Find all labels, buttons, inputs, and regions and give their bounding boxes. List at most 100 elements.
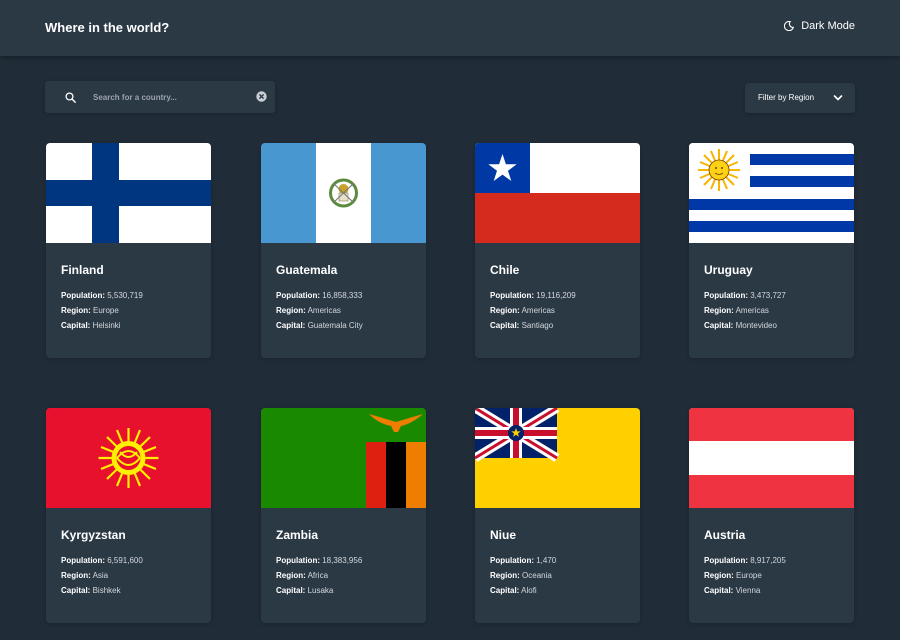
region-line: Region: Europe — [704, 571, 762, 580]
search-icon — [65, 92, 76, 103]
population-line: Population: 18,383,956 — [276, 556, 362, 565]
population-key: Population: — [276, 291, 320, 300]
search-input[interactable] — [93, 89, 243, 105]
region-filter-label: Filter by Region — [758, 93, 815, 102]
capital-key: Capital: — [276, 586, 306, 595]
population-key: Population: — [490, 556, 534, 565]
population-value: 5,530,719 — [107, 291, 143, 300]
country-name: Chile — [490, 263, 520, 277]
capital-line: Capital: Alofi — [490, 586, 537, 595]
region-line: Region: Asia — [61, 571, 108, 580]
region-line: Region: Africa — [276, 571, 328, 580]
capital-value: Bishkek — [92, 586, 121, 595]
capital-key: Capital: — [490, 321, 520, 330]
capital-key: Capital: — [704, 321, 734, 330]
region-value: Europe — [93, 306, 119, 315]
population-key: Population: — [61, 556, 105, 565]
app-title: Where in the world? — [45, 20, 170, 35]
country-card-finland[interactable]: Finland Population: 5,530,719 Region: Eu… — [46, 143, 211, 358]
population-line: Population: 3,473,727 — [704, 291, 786, 300]
population-value: 18,383,956 — [322, 556, 363, 565]
dark-mode-label: Dark Mode — [801, 20, 855, 32]
region-key: Region: — [490, 306, 520, 315]
country-name: Zambia — [276, 528, 319, 542]
uruguay-flag-icon — [689, 143, 854, 243]
country-card-zambia[interactable]: Zambia Population: 18,383,956 Region: Af… — [261, 408, 426, 623]
kyrgyzstan-flag-icon — [46, 408, 211, 508]
region-line: Region: Oceania — [490, 571, 552, 580]
population-value: 3,473,727 — [750, 291, 786, 300]
population-value: 19,116,209 — [536, 291, 576, 300]
population-key: Population: — [276, 556, 320, 565]
population-line: Population: 5,530,719 — [61, 291, 143, 300]
country-card-austria[interactable]: Austria Population: 8,917,205 Region: Eu… — [689, 408, 854, 623]
population-value: 16,858,333 — [322, 291, 363, 300]
capital-key: Capital: — [276, 321, 306, 330]
population-line: Population: 6,591,600 — [61, 556, 143, 565]
country-card-niue[interactable]: Niue Population: 1,470 Region: Oceania C… — [475, 408, 640, 623]
dark-mode-toggle[interactable]: Dark Mode — [784, 20, 855, 32]
capital-value: Lusaka — [307, 586, 334, 595]
region-value: Europe — [736, 571, 762, 580]
country-name: Austria — [704, 528, 746, 542]
region-key: Region: — [276, 571, 306, 580]
niue-flag-icon — [475, 408, 640, 508]
capital-value: Vienna — [735, 586, 761, 595]
region-line: Region: Americas — [704, 306, 769, 315]
country-name: Niue — [490, 528, 517, 542]
capital-value: Montevideo — [735, 321, 777, 330]
capital-value: Santiago — [521, 321, 554, 330]
capital-key: Capital: — [61, 321, 91, 330]
capital-key: Capital: — [704, 586, 734, 595]
moon-icon — [784, 21, 795, 31]
region-key: Region: — [276, 306, 306, 315]
country-name: Kyrgyzstan — [61, 528, 126, 542]
region-line: Region: Europe — [61, 306, 119, 315]
region-line: Region: Americas — [490, 306, 555, 315]
chile-flag-icon — [475, 143, 640, 243]
zambia-flag-icon — [261, 408, 426, 508]
region-value: Americas — [521, 306, 555, 315]
capital-value: Alofi — [521, 586, 537, 595]
guatemala-flag-icon — [261, 143, 426, 243]
chevron-down-icon — [833, 95, 843, 101]
region-line: Region: Americas — [276, 306, 341, 315]
country-name: Finland — [61, 263, 104, 277]
population-value: 6,591,600 — [107, 556, 143, 565]
capital-line: Capital: Guatemala City — [276, 321, 363, 330]
population-key: Population: — [704, 291, 748, 300]
region-filter-dropdown[interactable]: Filter by Region — [745, 83, 855, 113]
capital-line: Capital: Bishkek — [61, 586, 121, 595]
country-card-guatemala[interactable]: Guatemala Population: 16,858,333 Region:… — [261, 143, 426, 358]
population-line: Population: 19,116,209 — [490, 291, 576, 300]
population-line: Population: 16,858,333 — [276, 291, 362, 300]
region-key: Region: — [704, 571, 734, 580]
capital-line: Capital: Helsinki — [61, 321, 121, 330]
capital-line: Capital: Santiago — [490, 321, 553, 330]
capital-line: Capital: Montevideo — [704, 321, 777, 330]
region-value: Oceania — [522, 571, 552, 580]
capital-value: Helsinki — [92, 321, 121, 330]
population-value: 1,470 — [536, 556, 557, 565]
country-name: Guatemala — [276, 263, 338, 277]
search-box[interactable] — [45, 81, 275, 113]
country-card-chile[interactable]: Chile Population: 19,116,209 Region: Ame… — [475, 143, 640, 358]
country-card-kyrgyzstan[interactable]: Kyrgyzstan Population: 6,591,600 Region:… — [46, 408, 211, 623]
capital-line: Capital: Lusaka — [276, 586, 333, 595]
capital-key: Capital: — [490, 586, 520, 595]
capital-line: Capital: Vienna — [704, 586, 760, 595]
region-key: Region: — [704, 306, 734, 315]
region-key: Region: — [61, 306, 91, 315]
clear-search-icon[interactable] — [256, 91, 267, 102]
region-key: Region: — [61, 571, 91, 580]
population-line: Population: 1,470 — [490, 556, 556, 565]
region-value: Asia — [92, 571, 109, 580]
country-name: Uruguay — [704, 263, 753, 277]
country-card-uruguay[interactable]: Uruguay Population: 3,473,727 Region: Am… — [689, 143, 854, 358]
capital-key: Capital: — [61, 586, 91, 595]
capital-value: Guatemala City — [307, 321, 363, 330]
finland-flag-icon — [46, 143, 211, 243]
population-key: Population: — [61, 291, 105, 300]
region-key: Region: — [490, 571, 520, 580]
population-key: Population: — [490, 291, 534, 300]
